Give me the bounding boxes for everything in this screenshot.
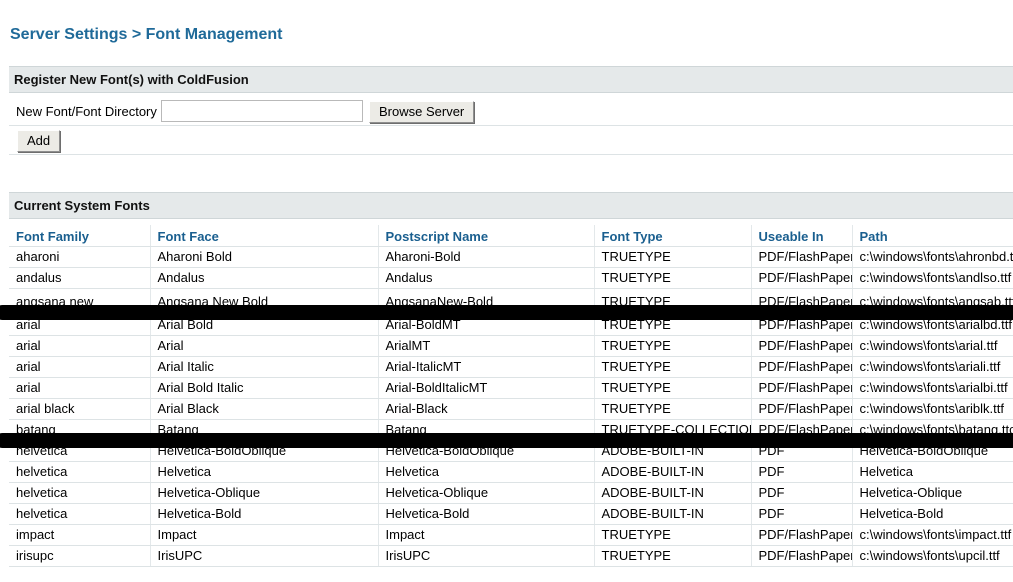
font-family-cell: andalus	[9, 267, 150, 289]
useable-in-cell: PDF/FlashPaper	[750, 335, 852, 357]
useable-in-cell: PDF/FlashPaper	[750, 267, 852, 289]
add-row: Add	[9, 126, 1013, 155]
font-row: irisupc IrisUPC IrisUPC TRUETYPE PDF/FlashPa…	[9, 545, 1013, 567]
path-cell: c:\windows\fonts\ariali.ttf	[851, 356, 1013, 378]
col-header-font-family[interactable]: Font Family	[9, 225, 150, 247]
font-family-cell: arial	[9, 356, 150, 378]
font-row: arial black Arial Black Arial-Black TRUETYP…	[9, 398, 1013, 420]
postscript-name-cell: Arial-BoldItalicMT	[377, 377, 594, 399]
useable-in-cell: PDF/FlashPaper	[750, 246, 852, 268]
useable-in-cell: PDF	[750, 482, 852, 504]
postscript-name-cell: Aharoni-Bold	[377, 246, 594, 268]
postscript-name-cell: ArialMT	[377, 335, 594, 357]
font-type-cell: TRUETYPE	[593, 545, 751, 567]
font-type-cell: TRUETYPE	[593, 398, 751, 420]
font-row: arial Arial ArialMT TRUETYPE PDF/FlashPaper c…	[9, 335, 1013, 357]
font-row: helvetica Helvetica-Bold Helvetica-Bold ADO…	[9, 503, 1013, 525]
font-face-cell: IrisUPC	[149, 545, 378, 567]
font-face-cell: Andalus	[149, 267, 378, 289]
font-type-cell: ADOBE-BUILT-IN	[593, 503, 751, 525]
font-type-cell: ADOBE-BUILT-IN	[593, 461, 751, 483]
fonts-table: Font Family Font Face Postscript Name Fo…	[9, 225, 1013, 567]
col-header-font-type[interactable]: Font Type	[593, 225, 751, 247]
path-cell: c:\windows\fonts\arial.ttf	[851, 335, 1013, 357]
postscript-name-cell: Arial-ItalicMT	[377, 356, 594, 378]
col-header-font-face[interactable]: Font Face	[149, 225, 378, 247]
font-family-cell: helvetica	[9, 482, 150, 504]
font-family-cell: irisupc	[9, 545, 150, 567]
useable-in-cell: PDF	[750, 503, 852, 525]
useable-in-cell: PDF/FlashPaper	[750, 524, 852, 546]
font-row: arial Arial Bold Italic Arial-BoldItalicMT…	[9, 377, 1013, 399]
path-cell: c:\windows\fonts\impact.ttf	[851, 524, 1013, 546]
font-face-cell: Arial Black	[149, 398, 378, 420]
font-type-cell: TRUETYPE	[593, 356, 751, 378]
font-face-cell: Aharoni Bold	[149, 246, 378, 268]
font-face-cell: Arial Italic	[149, 356, 378, 378]
font-type-cell: TRUETYPE	[593, 267, 751, 289]
font-family-cell: arial black	[9, 398, 150, 420]
font-row: impact Impact Impact TRUETYPE PDF/FlashPaper…	[9, 524, 1013, 546]
path-cell: c:\windows\fonts\andlso.ttf	[851, 267, 1013, 289]
browse-server-button[interactable]: Browse Server	[369, 101, 475, 123]
font-face-cell: Arial	[149, 335, 378, 357]
col-header-useable-in[interactable]: Useable In	[750, 225, 852, 247]
font-face-cell: Helvetica-Bold	[149, 503, 378, 525]
useable-in-cell: PDF/FlashPaper	[750, 377, 852, 399]
path-cell: c:\windows\fonts\ahronbd.ttf	[851, 246, 1013, 268]
font-row: helvetica Helvetica Helvetica ADOBE-BUILT-I…	[9, 461, 1013, 483]
redaction-bar	[0, 305, 1013, 320]
font-row: helvetica Helvetica-Oblique Helvetica-Obli…	[9, 482, 1013, 504]
new-font-row: New Font/Font Directory Browse Server	[9, 99, 1013, 126]
font-family-cell: aharoni	[9, 246, 150, 268]
font-row: arial Arial Italic Arial-ItalicMT TRUETYPE P…	[9, 356, 1013, 378]
fonts-table-header: Font Family Font Face Postscript Name Fo…	[9, 225, 1013, 247]
font-family-cell: arial	[9, 377, 150, 399]
postscript-name-cell: Helvetica-Oblique	[377, 482, 594, 504]
col-header-postscript-name[interactable]: Postscript Name	[377, 225, 594, 247]
font-row: andalus Andalus Andalus TRUETYPE PDF/FlashPa…	[9, 267, 1013, 289]
useable-in-cell: PDF/FlashPaper	[750, 545, 852, 567]
font-type-cell: TRUETYPE	[593, 246, 751, 268]
add-button[interactable]: Add	[17, 130, 61, 152]
path-cell: Helvetica-Oblique	[851, 482, 1013, 504]
useable-in-cell: PDF	[750, 461, 852, 483]
font-type-cell: ADOBE-BUILT-IN	[593, 482, 751, 504]
postscript-name-cell: Impact	[377, 524, 594, 546]
postscript-name-cell: Helvetica-Bold	[377, 503, 594, 525]
font-type-cell: TRUETYPE	[593, 524, 751, 546]
postscript-name-cell: Andalus	[377, 267, 594, 289]
current-fonts-heading: Current System Fonts	[9, 192, 1013, 219]
path-cell: c:\windows\fonts\upcil.ttf	[851, 545, 1013, 567]
font-family-cell: arial	[9, 335, 150, 357]
redaction-bar	[0, 433, 1013, 448]
new-font-label: New Font/Font Directory	[16, 104, 157, 119]
postscript-name-cell: Helvetica	[377, 461, 594, 483]
font-face-cell: Arial Bold Italic	[149, 377, 378, 399]
page-title: Server Settings > Font Management	[10, 26, 283, 43]
useable-in-cell: PDF/FlashPaper	[750, 398, 852, 420]
path-cell: Helvetica	[851, 461, 1013, 483]
useable-in-cell: PDF/FlashPaper	[750, 356, 852, 378]
path-cell: c:\windows\fonts\arialbi.ttf	[851, 377, 1013, 399]
new-font-input[interactable]	[161, 100, 363, 122]
font-face-cell: Helvetica-Oblique	[149, 482, 378, 504]
font-row: aharoni Aharoni Bold Aharoni-Bold TRUETYPE P…	[9, 246, 1013, 268]
postscript-name-cell: IrisUPC	[377, 545, 594, 567]
font-type-cell: TRUETYPE	[593, 377, 751, 399]
register-fonts-heading: Register New Font(s) with ColdFusion	[9, 66, 1013, 93]
path-cell: c:\windows\fonts\ariblk.ttf	[851, 398, 1013, 420]
col-header-path[interactable]: Path	[851, 225, 1013, 247]
postscript-name-cell: Arial-Black	[377, 398, 594, 420]
font-face-cell: Impact	[149, 524, 378, 546]
font-type-cell: TRUETYPE	[593, 335, 751, 357]
font-family-cell: impact	[9, 524, 150, 546]
path-cell: Helvetica-Bold	[851, 503, 1013, 525]
font-face-cell: Helvetica	[149, 461, 378, 483]
font-family-cell: helvetica	[9, 461, 150, 483]
font-family-cell: helvetica	[9, 503, 150, 525]
